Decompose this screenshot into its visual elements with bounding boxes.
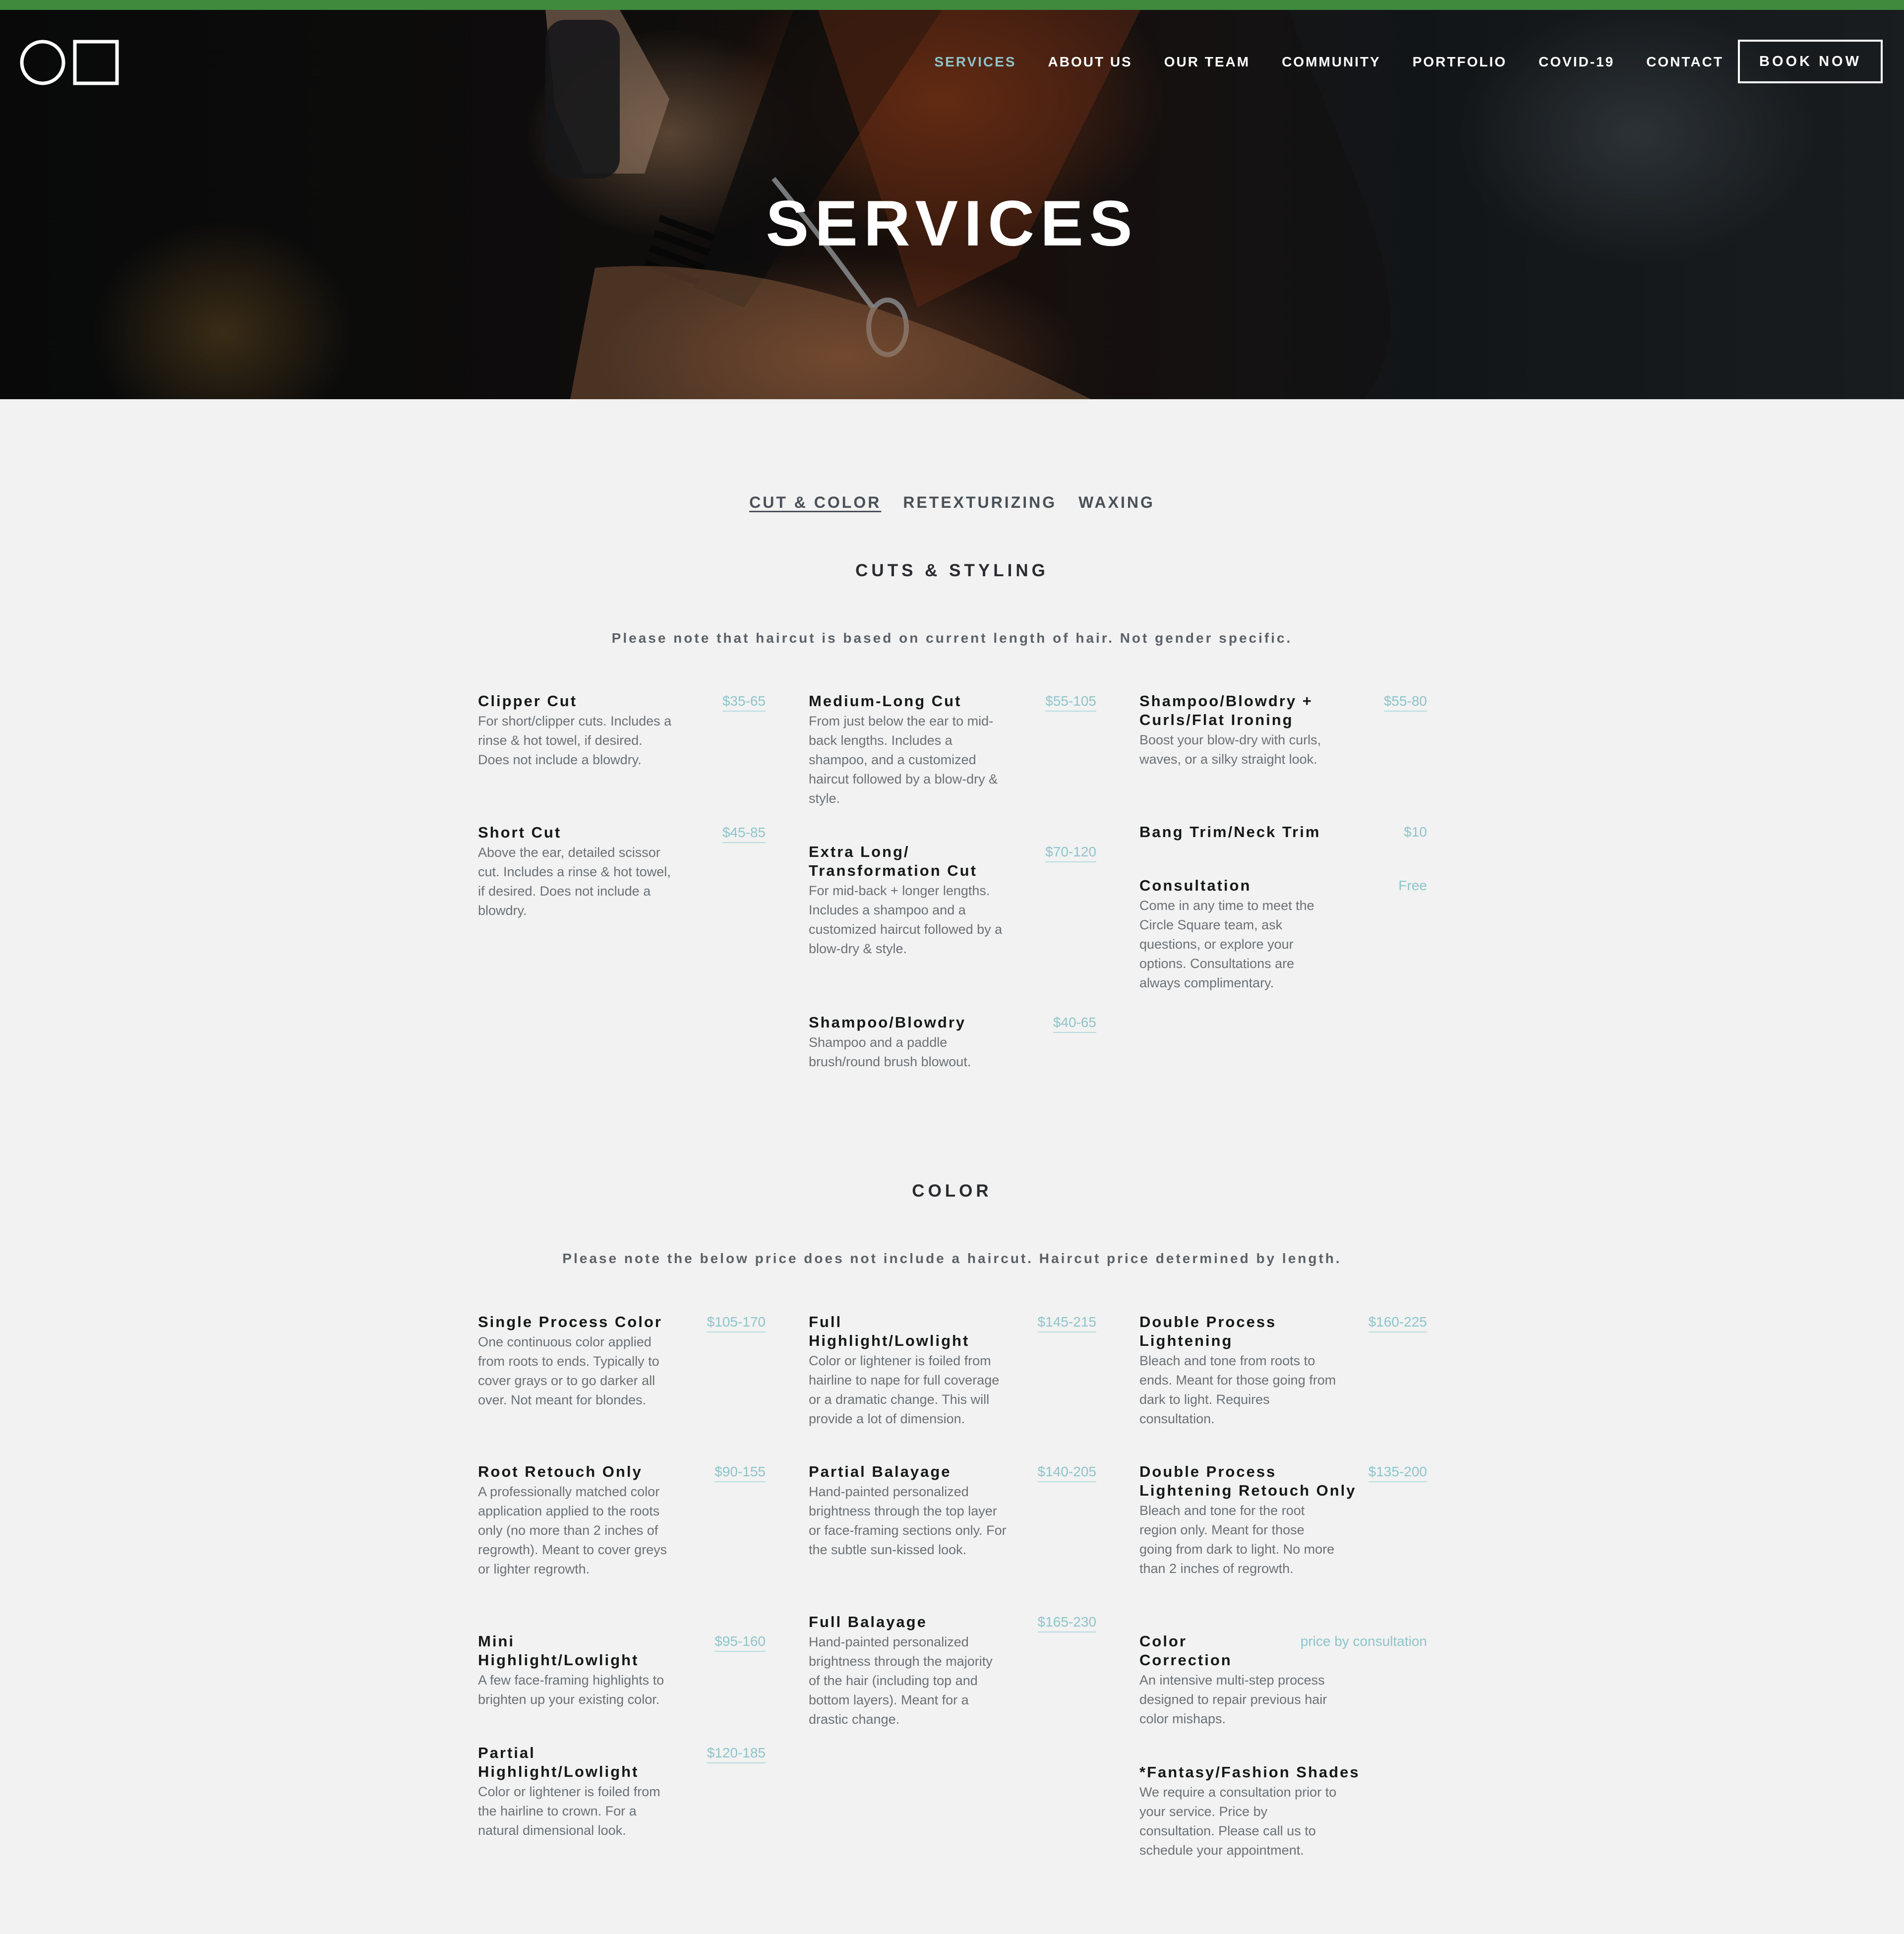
service-price-link[interactable]: $140-205 [1037,1462,1096,1482]
cuts-section-title: CUTS & STYLING [855,561,1049,580]
service-price: $10 [1404,824,1427,840]
service-item: Consultation Free Come in any time to me… [1139,876,1427,993]
service-description: Bleach and tone for the root region only… [1139,1503,1335,1576]
service-price-link[interactable]: $70-120 [1045,843,1096,862]
service-name: Mini Highlight/Lowlight [478,1632,639,1669]
nav-services[interactable]: SERVICES [934,53,1016,71]
service-name: *Fantasy/Fashion Shades [1139,1763,1360,1781]
service-description: Come in any time to meet the Circle Squa… [1139,898,1314,990]
nav-about-us[interactable]: ABOUT US [1048,53,1132,71]
nav-contact[interactable]: CONTACT [1646,53,1724,71]
service-price-link[interactable]: $145-215 [1037,1313,1096,1332]
tab-retexturizing[interactable]: RETEXTURIZING [903,493,1057,512]
service-item: Partial Highlight/Lowlight $120-185 Colo… [478,1744,766,1840]
service-item: Double Process Lightening Retouch Only $… [1139,1462,1427,1578]
service-description: Color or lightener is foiled from hairli… [809,1353,1000,1426]
service-description: Bleach and tone from roots to ends. Mean… [1139,1353,1336,1426]
service-name: Extra Long/ Transformation Cut [809,843,977,879]
service-tabs: CUT & COLOR RETEXTURIZING WAXING [0,493,1904,512]
service-price-link[interactable]: $55-80 [1383,692,1427,712]
service-price-link[interactable]: $95-160 [714,1632,766,1652]
color-section-note: Please note the below price does not inc… [562,1251,1342,1266]
service-description: An intensive multi-step process designed… [1139,1673,1327,1726]
service-item: Clipper Cut $35-65 For short/clipper cut… [478,692,766,770]
service-price: price by consultation [1300,1633,1427,1649]
service-item: Medium-Long Cut $55-105 From just below … [809,692,1096,808]
service-name: Full Highlight/Lowlight [809,1313,970,1349]
service-description: Color or lightener is foiled from the ha… [478,1784,660,1838]
service-name: Root Retouch Only [478,1463,643,1480]
logo-circle-square-icon[interactable] [20,40,119,85]
service-description: We require a consultation prior to your … [1139,1785,1337,1858]
service-item: Shampoo/Blowdry $40-65 Shampoo and a pad… [809,1013,1096,1072]
cuts-section-note: Please note that haircut is based on cur… [611,630,1293,646]
service-item: Full Balayage $165-230 Hand-painted pers… [809,1613,1096,1729]
page-title: SERVICES [766,187,1138,259]
service-name: Double Process Lightening [1139,1313,1277,1349]
service-name: Single Process Color [478,1313,662,1330]
service-price-link[interactable]: $35-65 [722,692,766,712]
service-name: Shampoo/Blowdry [809,1014,966,1031]
service-description: Shampoo and a paddle brush/round brush b… [809,1035,971,1069]
service-name: Bang Trim/Neck Trim [1139,823,1321,841]
service-price-link[interactable]: $40-65 [1053,1013,1096,1033]
service-item: Double Process Lightening $160-225 Bleac… [1139,1313,1427,1429]
hero-banner: SERVICES ABOUT US OUR TEAM COMMUNITY POR… [0,10,1904,399]
service-name: Full Balayage [809,1613,927,1631]
service-item: Mini Highlight/Lowlight $95-160 A few fa… [478,1632,766,1709]
color-section-title: COLOR [912,1181,992,1201]
service-item: Partial Balayage $140-205 Hand-painted p… [809,1462,1096,1560]
service-name: Partial Highlight/Lowlight [478,1744,639,1780]
service-name: Color Correction [1139,1632,1232,1669]
service-item: *Fantasy/Fashion Shades We require a con… [1139,1763,1427,1860]
nav-covid-19[interactable]: COVID-19 [1539,53,1614,71]
service-price-link[interactable]: $105-170 [707,1313,766,1332]
tab-cut-and-color[interactable]: CUT & COLOR [749,493,881,512]
service-description: A few face-framing highlights to brighte… [478,1673,664,1707]
service-price-link[interactable]: $90-155 [714,1462,766,1482]
service-item: Single Process Color $105-170 One contin… [478,1313,766,1410]
service-name: Short Cut [478,824,562,841]
service-price-link[interactable]: $135-200 [1368,1462,1427,1482]
tab-waxing[interactable]: WAXING [1078,493,1155,512]
service-description: From just below the ear to mid-back leng… [809,714,998,806]
service-price-link[interactable]: $45-85 [722,823,766,843]
service-description: One continuous color applied from roots … [478,1334,659,1407]
service-name: Clipper Cut [478,692,578,710]
service-description: Above the ear, detailed scissor cut. Inc… [478,845,671,918]
nav-portfolio[interactable]: PORTFOLIO [1413,53,1507,71]
service-price-link[interactable]: $160-225 [1368,1313,1427,1332]
service-description: Hand-painted personalized brightness thr… [809,1634,993,1727]
service-item: Extra Long/ Transformation Cut $70-120 F… [809,843,1096,959]
service-price-link[interactable]: $120-185 [707,1744,766,1763]
service-item: Shampoo/Blowdry + Curls/Flat Ironing $55… [1139,692,1427,769]
service-price-link[interactable]: $165-230 [1037,1613,1096,1632]
service-description: For short/clipper cuts. Includes a rinse… [478,714,672,767]
nav-our-team[interactable]: OUR TEAM [1164,53,1250,71]
book-now-button[interactable]: BOOK NOW [1738,40,1883,83]
top-accent-bar [0,0,1904,10]
service-name: Double Process Lightening Retouch Only [1139,1463,1357,1499]
service-item: Short Cut $45-85 Above the ear, detailed… [478,823,766,920]
service-item: Full Highlight/Lowlight $145-215 Color o… [809,1313,1096,1429]
service-item: Bang Trim/Neck Trim $10 [1139,823,1427,842]
service-name: Consultation [1139,877,1251,894]
main-nav: SERVICES ABOUT US OUR TEAM COMMUNITY POR… [902,53,1724,71]
service-item: Color Correction price by consultation A… [1139,1632,1427,1729]
service-price-link[interactable]: $55-105 [1045,692,1096,712]
nav-community[interactable]: COMMUNITY [1282,53,1381,71]
service-name: Partial Balayage [809,1463,952,1480]
service-description: Hand-painted personalized brightness thr… [809,1484,1007,1557]
service-description: A professionally matched color applicati… [478,1484,667,1576]
service-description: Boost your blow-dry with curls, waves, o… [1139,732,1321,767]
service-name: Shampoo/Blowdry + Curls/Flat Ironing [1139,692,1313,728]
service-name: Medium-Long Cut [809,692,962,710]
service-description: For mid-back + longer lengths. Includes … [809,883,1003,956]
service-item: Root Retouch Only $90-155 A professional… [478,1462,766,1579]
service-price: Free [1398,878,1427,893]
